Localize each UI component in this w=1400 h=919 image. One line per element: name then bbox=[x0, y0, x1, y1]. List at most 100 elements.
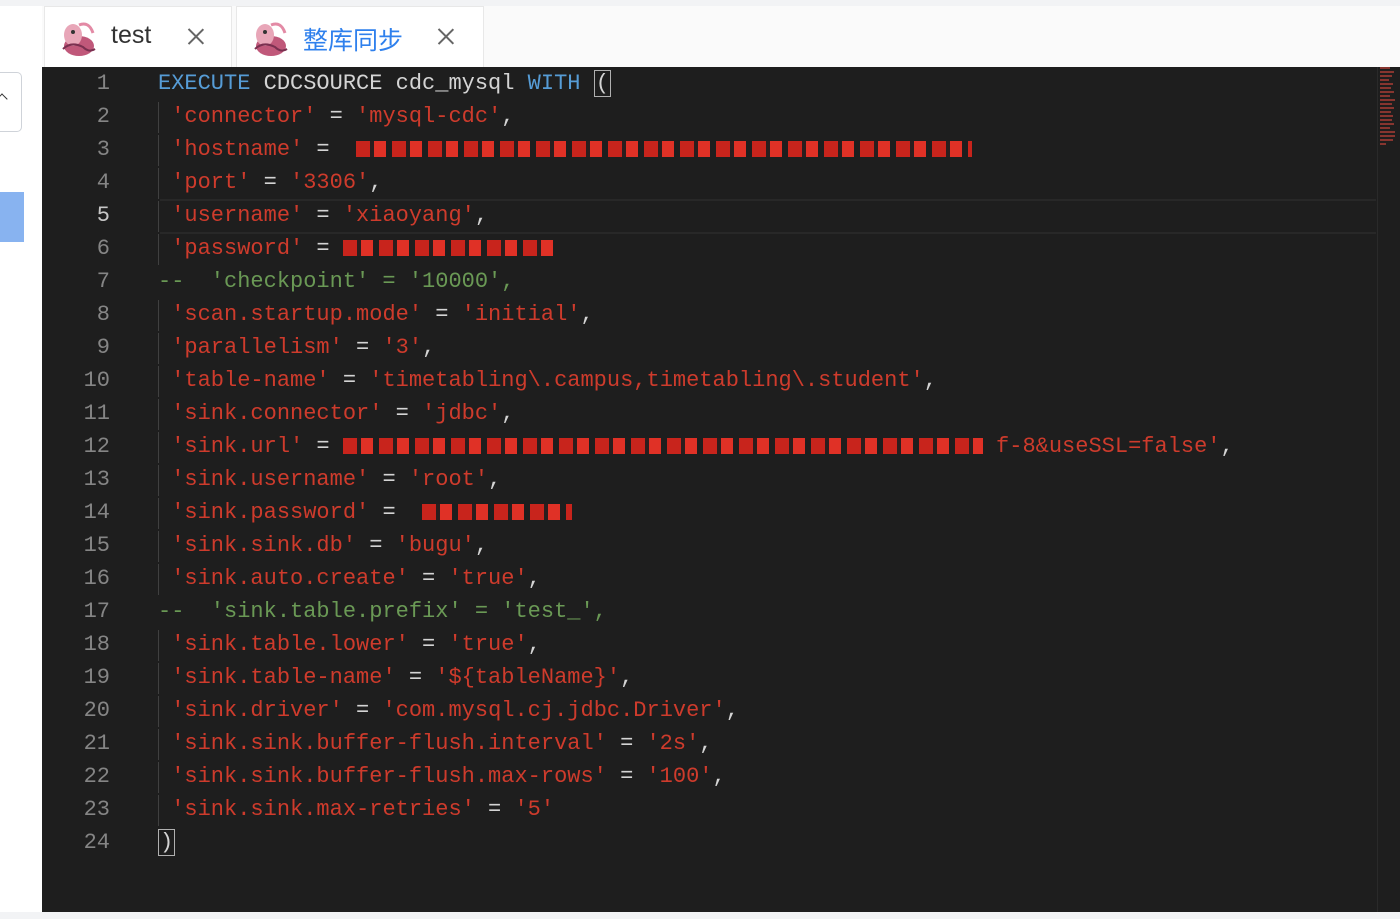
line-number: 4 bbox=[96, 170, 110, 195]
indent-guide bbox=[158, 300, 159, 331]
code-area[interactable]: EXECUTE CDCSOURCE cdc_mysql WITH ( 'conn… bbox=[158, 67, 1400, 912]
code-line[interactable]: -- 'checkpoint' = '10000', bbox=[158, 265, 514, 298]
indent-guide bbox=[158, 564, 159, 595]
code-token: 'sink.sink.max-retries' bbox=[171, 797, 475, 822]
line-number: 18 bbox=[83, 632, 110, 657]
code-token: 'sink.sink.buffer-flush.interval' bbox=[171, 731, 607, 756]
line-number: 6 bbox=[96, 236, 110, 261]
line-number-gutter: 1 2 3 4 5 6 7 8 9 10 11 12 13 14 15 16 17 18 19 20 21 22 23 24 bbox=[42, 67, 132, 912]
code-token: = bbox=[408, 632, 449, 657]
code-token: '100' bbox=[646, 764, 713, 789]
code-token: 'sink.sink.db' bbox=[171, 533, 357, 558]
code-line[interactable]: 'password' = bbox=[158, 232, 555, 265]
code-token: , bbox=[725, 698, 739, 723]
editor-tab-bar: test 整库同步 bbox=[42, 6, 1400, 68]
selected-item-indicator[interactable] bbox=[0, 192, 24, 242]
code-line[interactable]: 'sink.table.lower' = 'true', bbox=[158, 628, 541, 661]
close-icon[interactable] bbox=[187, 27, 205, 45]
code-token: -- 'sink.table.prefix' = 'test_', bbox=[158, 599, 607, 624]
code-token: ( bbox=[593, 70, 611, 97]
indent-guide bbox=[158, 135, 159, 166]
code-line[interactable]: 'connector' = 'mysql-cdc', bbox=[158, 100, 514, 133]
code-token: , bbox=[712, 764, 726, 789]
chevron-up-icon bbox=[0, 93, 8, 105]
indent-guide bbox=[158, 234, 159, 265]
code-token: '${tableName}' bbox=[435, 665, 621, 690]
code-line[interactable]: -- 'sink.table.prefix' = 'test_', bbox=[158, 595, 607, 628]
code-token: -- 'checkpoint' = '10000', bbox=[158, 269, 515, 294]
code-line[interactable]: 'sink.sink.max-retries' = '5' bbox=[158, 793, 554, 826]
code-token: = bbox=[303, 203, 343, 228]
code-token: 'sink.username' bbox=[171, 467, 370, 492]
code-token: 'port' bbox=[171, 170, 251, 195]
code-token: '2s' bbox=[646, 731, 700, 756]
code-editor[interactable]: 1 2 3 4 5 6 7 8 9 10 11 12 13 14 15 16 17 18 19 20 21 22 23 24 … bbox=[42, 67, 1400, 912]
line-number: 9 bbox=[96, 335, 110, 360]
tab-whole-db-sync[interactable]: 整库同步 bbox=[236, 6, 484, 67]
code-token: = bbox=[606, 731, 647, 756]
left-panel bbox=[0, 6, 42, 919]
code-token: EXECUTE bbox=[158, 71, 251, 96]
line-number: 1 bbox=[96, 71, 110, 96]
line-number: 20 bbox=[83, 698, 110, 723]
code-token: , bbox=[488, 467, 502, 492]
line-number: 21 bbox=[83, 731, 110, 756]
code-line[interactable]: 'username' = 'xiaoyang', bbox=[158, 199, 488, 232]
code-token: 'hostname' bbox=[171, 137, 304, 162]
code-line[interactable]: 'parallelism' = '3', bbox=[158, 331, 435, 364]
code-line[interactable]: 'sink.auto.create' = 'true', bbox=[158, 562, 541, 595]
code-line[interactable]: 'sink.table-name' = '${tableName}', bbox=[158, 661, 633, 694]
code-token: = bbox=[329, 368, 370, 393]
code-token: 'sink.table-name' bbox=[171, 665, 396, 690]
code-line[interactable]: 'table-name' = 'timetabling\.campus,time… bbox=[158, 364, 937, 397]
code-line[interactable]: 'sink.url' = f-8&useSSL=false', bbox=[158, 430, 1233, 463]
code-token: 'sink.url' bbox=[171, 434, 304, 459]
line-number: 10 bbox=[83, 368, 110, 393]
code-token: = bbox=[408, 566, 449, 591]
code-token: = bbox=[342, 335, 383, 360]
indent-guide bbox=[158, 498, 159, 529]
code-line[interactable]: 'sink.sink.buffer-flush.interval' = '2s'… bbox=[158, 727, 712, 760]
code-token: 'timetabling\.campus,timetabling\.studen… bbox=[369, 368, 924, 393]
code-line[interactable]: 'port' = '3306', bbox=[158, 166, 382, 199]
indent-guide bbox=[158, 729, 159, 760]
code-token: WITH bbox=[527, 71, 581, 96]
code-token: , bbox=[527, 632, 541, 657]
collapse-sidebar-button[interactable] bbox=[0, 72, 22, 132]
code-line[interactable]: 'sink.sink.db' = 'bugu', bbox=[158, 529, 488, 562]
code-token: , bbox=[501, 104, 515, 129]
code-line[interactable]: 'sink.sink.buffer-flush.max-rows' = '100… bbox=[158, 760, 726, 793]
code-token: 'scan.startup.mode' bbox=[171, 302, 423, 327]
minimap[interactable] bbox=[1380, 67, 1396, 153]
code-line[interactable]: 'sink.password' = bbox=[158, 496, 573, 529]
indent-guide bbox=[158, 663, 159, 694]
tab-test[interactable]: test bbox=[44, 6, 232, 67]
code-token: '3' bbox=[382, 335, 423, 360]
line-number: 2 bbox=[96, 104, 110, 129]
line-number: 14 bbox=[83, 500, 110, 525]
code-line[interactable]: 'hostname' = bbox=[158, 133, 973, 166]
indent-guide bbox=[158, 168, 159, 199]
code-token: = bbox=[474, 797, 515, 822]
code-token: = bbox=[342, 698, 383, 723]
code-line[interactable]: 'scan.startup.mode' = 'initial', bbox=[158, 298, 593, 331]
code-token: 'com.mysql.cj.jdbc.Driver' bbox=[382, 698, 726, 723]
vertical-scrollbar[interactable] bbox=[1377, 67, 1400, 912]
line-number: 24 bbox=[83, 830, 110, 855]
line-number: 15 bbox=[83, 533, 110, 558]
code-line[interactable]: 'sink.driver' = 'com.mysql.cj.jdbc.Drive… bbox=[158, 694, 739, 727]
code-token: CDCSOURCE cdc_mysql bbox=[250, 71, 528, 96]
code-line[interactable]: 'sink.connector' = 'jdbc', bbox=[158, 397, 514, 430]
close-icon[interactable] bbox=[437, 27, 455, 45]
indent-guide bbox=[158, 531, 159, 562]
code-line[interactable]: ) bbox=[158, 826, 176, 859]
code-line[interactable]: EXECUTE CDCSOURCE cdc_mysql WITH ( bbox=[158, 67, 611, 100]
code-line[interactable]: 'sink.username' = 'root', bbox=[158, 463, 501, 496]
